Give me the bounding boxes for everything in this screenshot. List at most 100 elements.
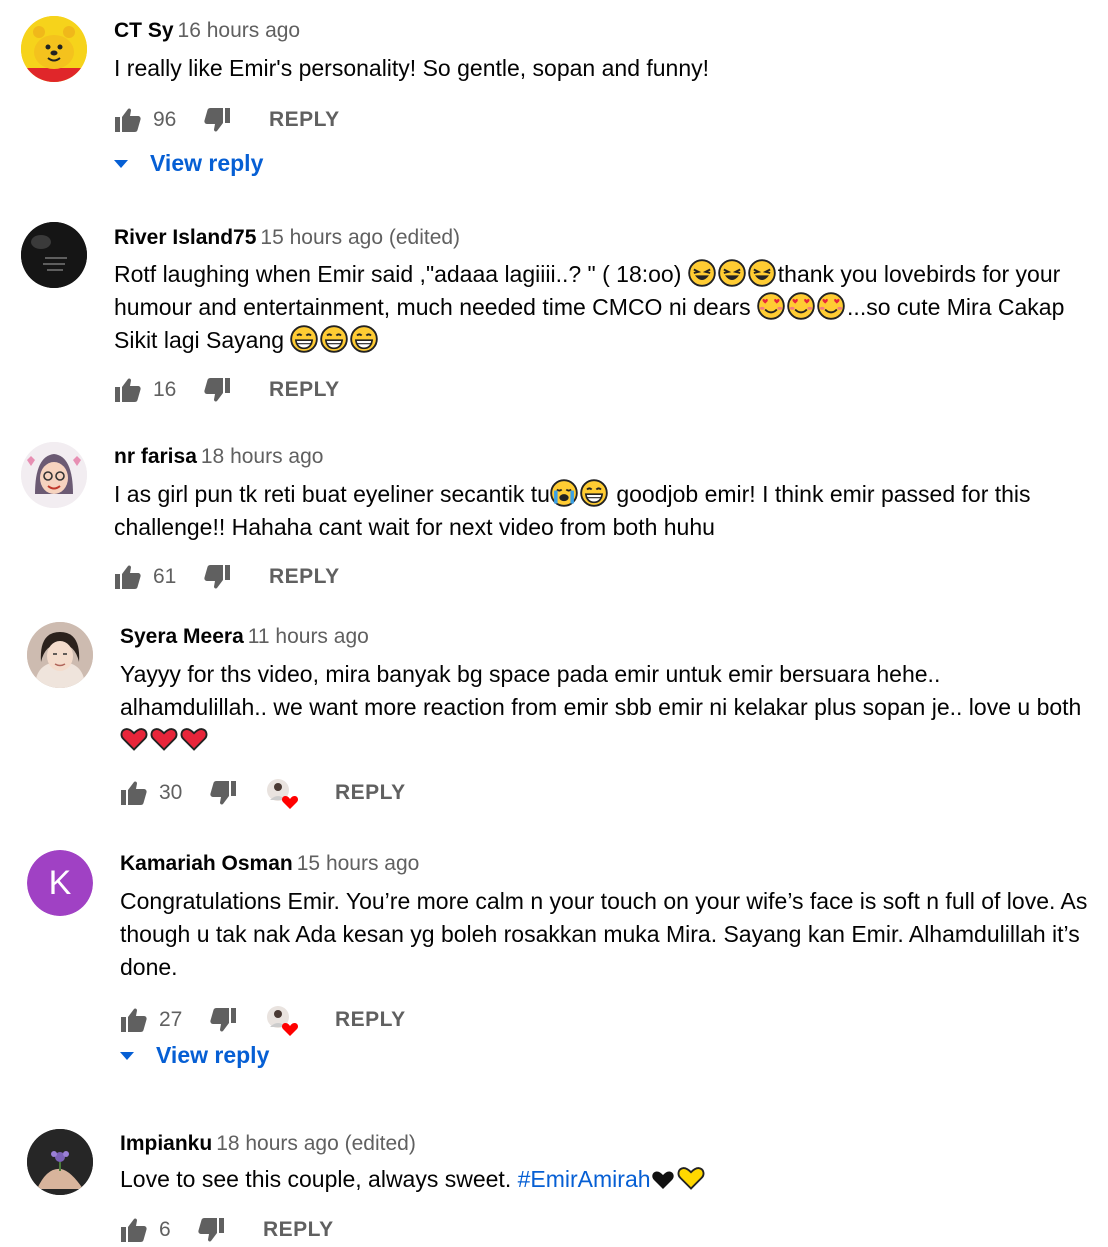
view-reply-label: View reply [156,1042,270,1068]
reply-button[interactable]: REPLY [263,1213,334,1247]
creator-heart-icon [267,779,299,809]
timestamp[interactable]: 18 hours ago [201,445,324,468]
grinning-sweat-emoji-icon [580,479,608,507]
comment-header: Syera Meera 11 hours ago [120,624,1088,650]
avatar[interactable] [21,16,87,82]
like-button[interactable]: 6 [120,1213,171,1247]
comment-header: Kamariah Osman 15 hours ago [120,851,1088,877]
grinning-sweat-emoji-icon [290,325,319,353]
comment-text-part: I as girl pun tk reti buat eyeliner seca… [114,481,550,507]
timestamp[interactable]: 11 hours ago [248,625,369,648]
author-name[interactable]: Syera Meera [120,625,244,648]
laughing-emoji-icon [747,259,776,287]
dislike-button[interactable] [204,103,231,137]
thumb-up-icon [115,378,141,402]
dislike-button[interactable] [210,1003,237,1037]
comment-actions: 6 REPLY [120,1213,520,1247]
hand-flower-avatar-icon [27,1129,93,1195]
like-count: 30 [159,781,183,804]
reply-button[interactable]: REPLY [269,103,340,137]
author-name[interactable]: Impianku [120,1132,212,1155]
like-count: 6 [159,1218,171,1241]
avatar[interactable]: K [27,850,93,916]
pooh-avatar-icon [21,16,87,82]
like-button[interactable]: 27 [120,1003,182,1037]
heart-eyes-emoji-icon [787,292,815,320]
heart-eyes-emoji-icon [757,292,785,320]
timestamp[interactable]: 15 hours ago (edited) [260,226,460,249]
laughing-emoji-icon [717,259,746,287]
comment-text: Rotf laughing when Emir said ,"adaaa lag… [114,258,1088,357]
creator-heart-badge [266,776,302,810]
dislike-button[interactable] [198,1213,225,1247]
like-button[interactable]: 96 [114,103,176,137]
thumb-up-icon [121,1008,147,1032]
crying-emoji-icon [549,479,578,507]
comment-actions: 96 REPLY [114,103,1088,137]
comment-actions: 27 REPLY [120,1003,520,1037]
comment-text: I really like Emir's personality! So gen… [114,52,1088,85]
thumb-down-icon [210,781,236,805]
like-count: 16 [153,378,177,401]
timestamp[interactable]: 15 hours ago [297,852,420,875]
thumb-down-icon [210,1008,236,1032]
avatar-letter-circle: K [27,850,93,916]
reply-button[interactable]: REPLY [335,776,406,810]
timestamp[interactable]: 18 hours ago (edited) [216,1132,416,1155]
author-name[interactable]: Kamariah Osman [120,852,293,875]
comment-text-part: Congratulations Emir. You’re more calm n… [120,888,1088,980]
cartoon-girl-avatar-icon [21,442,87,508]
view-reply-button[interactable]: View reply [120,1042,269,1069]
comment-header: River Island75 15 hours ago (edited) [114,225,1088,251]
like-count: 27 [159,1008,183,1031]
dark-photo-avatar-icon [21,222,87,288]
thumb-up-icon [121,781,147,805]
thumb-down-icon [198,1218,224,1242]
comment-text: I as girl pun tk reti buat eyeliner seca… [114,478,1088,544]
thumb-down-icon [204,565,230,589]
timestamp[interactable]: 16 hours ago [178,19,301,42]
creator-heart-icon [267,1006,299,1036]
creator-heart-badge [266,1003,302,1037]
woman-photo-avatar-icon [27,622,93,688]
like-count: 61 [153,565,177,588]
caret-down-icon [114,159,128,168]
thumb-up-icon [115,108,141,132]
reply-button[interactable]: REPLY [335,1003,406,1037]
view-reply-label: View reply [150,150,264,176]
comment-actions: 30 REPLY [120,776,520,810]
avatar[interactable] [27,1129,93,1195]
comment-text-part: Rotf laughing when Emir said ,"adaaa lag… [114,261,688,287]
grinning-sweat-emoji-icon [350,325,379,353]
heart-eyes-emoji-icon [817,292,845,320]
black-heart-emoji-icon [651,1171,674,1189]
red-heart-emoji-icon [180,728,208,751]
view-reply-button[interactable]: View reply [114,150,263,177]
like-button[interactable]: 30 [120,776,182,810]
avatar[interactable] [21,222,87,288]
like-button[interactable]: 16 [114,373,176,407]
red-heart-emoji-icon [120,728,148,751]
comment-text-part: Love to see this couple, always sweet. [120,1166,518,1192]
thumb-down-icon [204,378,230,402]
author-name[interactable]: River Island75 [114,226,256,249]
comment-actions: 61 REPLY [114,560,514,594]
dislike-button[interactable] [204,560,231,594]
grinning-sweat-emoji-icon [320,325,349,353]
hashtag-link[interactable]: #EmirAmirah [518,1166,651,1192]
author-name[interactable]: nr farisa [114,445,197,468]
reply-button[interactable]: REPLY [269,560,340,594]
comment-text-part: Yayyy for ths video, mira banyak bg spac… [120,661,1082,720]
dislike-button[interactable] [204,373,231,407]
like-button[interactable]: 61 [114,560,176,594]
comment-header: CT Sy 16 hours ago [114,18,1088,44]
comment-header: nr farisa 18 hours ago [114,444,1088,470]
avatar[interactable] [21,442,87,508]
comment-header: Impianku 18 hours ago (edited) [120,1131,1088,1157]
author-name[interactable]: CT Sy [114,19,174,42]
comment-actions: 16 REPLY [114,373,514,407]
avatar[interactable] [27,622,93,688]
comment-text-part: I really like Emir's personality! So gen… [114,55,710,81]
dislike-button[interactable] [210,776,237,810]
reply-button[interactable]: REPLY [269,373,340,407]
